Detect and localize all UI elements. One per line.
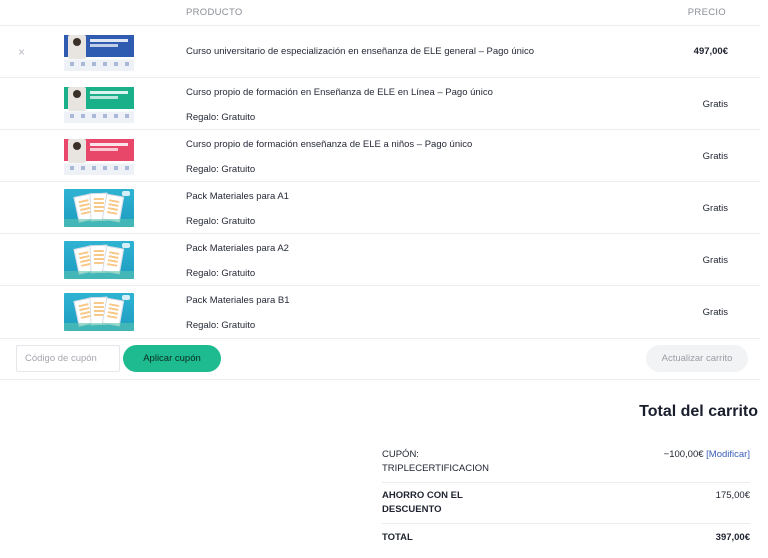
product-price: Gratis [702, 99, 728, 110]
product-thumbnail[interactable] [64, 293, 134, 331]
product-name-link[interactable]: Curso universitario de especialización e… [186, 46, 534, 57]
column-header-price: PRECIO [687, 7, 726, 18]
totals-divider [382, 523, 750, 524]
product-thumbnail[interactable] [64, 189, 134, 227]
product-name-link[interactable]: Pack Materiales para A2 [186, 243, 289, 254]
cart-row: Pack Materiales para A1 Regalo: Gratuito… [0, 182, 760, 234]
product-name-link[interactable]: Pack Materiales para A1 [186, 191, 289, 202]
cart-actions: Aplicar cupón Actualizar carrito [0, 339, 760, 380]
cart-totals-title: Total del carrito [639, 403, 758, 420]
coupon-amount: −100,00€ [663, 449, 704, 460]
total-value: 397,00€ [715, 532, 750, 543]
product-name-link[interactable]: Curso propio de formación enseñanza de E… [186, 139, 472, 150]
cart-row: × Curso universitario de especialización… [0, 26, 760, 78]
total-label: TOTAL [382, 532, 413, 543]
product-thumbnail[interactable] [64, 241, 134, 279]
product-thumbnail[interactable] [64, 137, 134, 175]
totals-total-row: TOTAL 397,00€ [382, 531, 750, 547]
remove-item-icon[interactable]: × [18, 45, 25, 59]
savings-label: AHORRO CON EL DESCUENTO [382, 490, 463, 515]
modify-coupon-link[interactable]: [Modificar] [706, 449, 750, 460]
update-cart-button[interactable]: Actualizar carrito [646, 345, 748, 372]
gift-label: Regalo: Gratuito [186, 112, 256, 123]
gift-label: Regalo: Gratuito [186, 268, 256, 279]
totals-savings-row: AHORRO CON EL DESCUENTO 175,00€ [382, 489, 750, 519]
product-price: Gratis [702, 151, 728, 162]
totals-coupon-row: CUPÓN: TRIPLECERTIFICACION −100,00€ [Mod… [382, 448, 750, 480]
cart-row: Curso propio de formación en Enseñanza d… [0, 78, 760, 130]
savings-value: 175,00€ [715, 490, 750, 501]
product-name-link[interactable]: Pack Materiales para B1 [186, 295, 290, 306]
column-header-product: PRODUCTO [186, 7, 243, 18]
cart-table-header: PRODUCTO PRECIO [0, 0, 760, 26]
cart-row: Curso propio de formación enseñanza de E… [0, 130, 760, 182]
gift-label: Regalo: Gratuito [186, 320, 256, 331]
product-thumbnail[interactable] [64, 33, 134, 71]
product-price: 497,00€ [693, 46, 728, 57]
gift-label: Regalo: Gratuito [186, 164, 256, 175]
product-thumbnail[interactable] [64, 85, 134, 123]
product-price: Gratis [702, 307, 728, 318]
product-price: Gratis [702, 203, 728, 214]
apply-coupon-button[interactable]: Aplicar cupón [123, 345, 221, 372]
coupon-code-input[interactable] [16, 345, 120, 372]
gift-label: Regalo: Gratuito [186, 216, 256, 227]
cart-row: Pack Materiales para A2 Regalo: Gratuito… [0, 234, 760, 286]
product-price: Gratis [702, 255, 728, 266]
coupon-label: CUPÓN: TRIPLECERTIFICACION [382, 449, 489, 474]
cart-row: Pack Materiales para B1 Regalo: Gratuito… [0, 286, 760, 339]
product-name-link[interactable]: Curso propio de formación en Enseñanza d… [186, 87, 493, 98]
totals-divider [382, 482, 750, 483]
coupon-discount-value: −100,00€ [Modificar] [664, 448, 750, 462]
